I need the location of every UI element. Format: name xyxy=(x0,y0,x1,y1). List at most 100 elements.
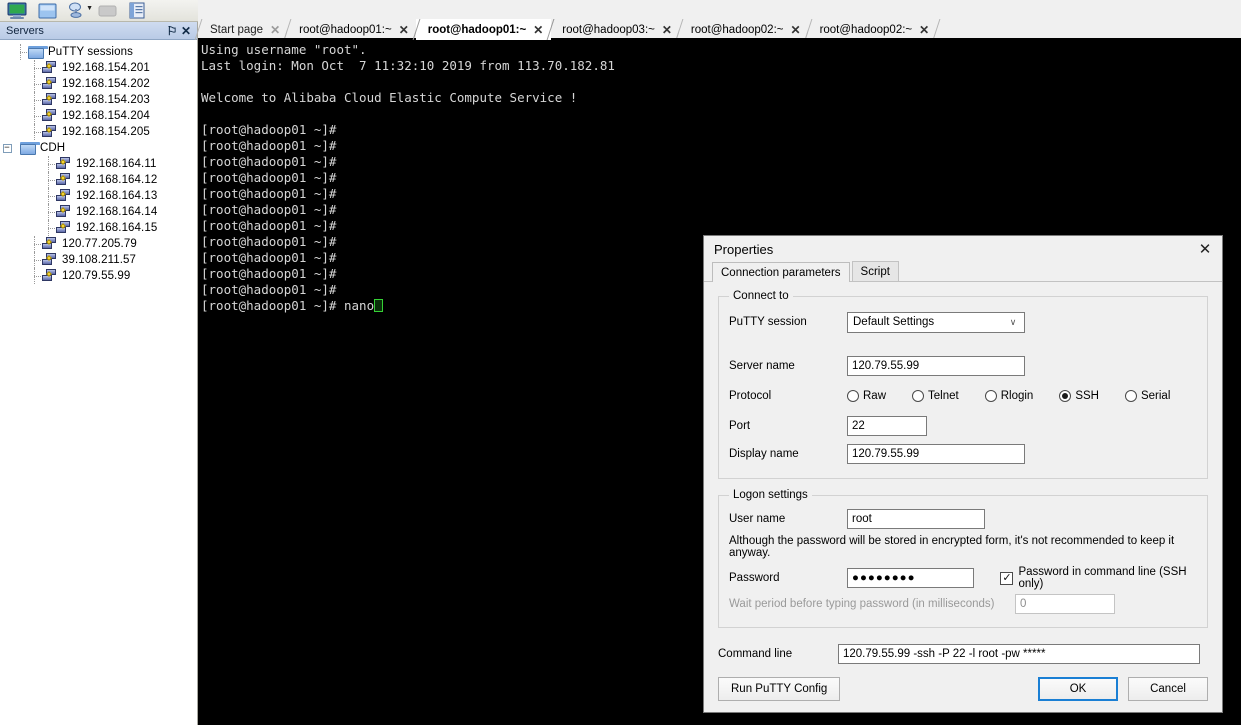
password-label: Password xyxy=(729,572,780,584)
run-putty-config-button[interactable]: Run PuTTY Config xyxy=(718,677,841,701)
wait-period-input[interactable]: 0 xyxy=(1015,594,1115,614)
server-icon xyxy=(42,61,58,75)
server-name-input[interactable]: 120.79.55.99 xyxy=(847,356,1025,376)
session-icon[interactable] xyxy=(2,1,32,21)
putty-session-select[interactable]: Default Settings ∨ xyxy=(847,311,1025,333)
protocol-radio-serial[interactable]: Serial xyxy=(1124,390,1171,402)
tree-item-39-108-211-57[interactable]: 39.108.211.57 xyxy=(0,252,197,268)
tree-twig xyxy=(28,236,42,252)
ok-button[interactable]: OK xyxy=(1038,677,1118,701)
tab-script-label: Script xyxy=(860,265,890,278)
tree-item-192-168-154-202[interactable]: 192.168.154.202 xyxy=(0,76,197,92)
user-name-row: User name root xyxy=(729,507,1197,531)
notepad-icon[interactable] xyxy=(122,1,152,21)
tree-item-label: 192.168.164.11 xyxy=(76,158,157,170)
logon-settings-legend: Logon settings xyxy=(733,489,808,501)
protocol-radio-raw[interactable]: Raw xyxy=(847,390,886,402)
tree-twig xyxy=(28,92,42,108)
protocol-radio-group[interactable]: Raw Telnet Rlogin SSH Serial xyxy=(847,390,1196,402)
password-in-commandline-checkbox[interactable]: ✓ Password in command line (SSH only) xyxy=(1000,566,1197,590)
port-value: 22 xyxy=(852,420,865,432)
terminal-tab-2[interactable]: root@hadoop01:~ ✕ xyxy=(412,19,555,40)
connect-to-group: Connect to PuTTY session Default Setting… xyxy=(718,290,1208,479)
tree-item-label: 120.79.55.99 xyxy=(62,270,131,282)
password-value: ●●●●●●●● xyxy=(852,572,916,584)
tree-item-192-168-154-201[interactable]: 192.168.154.201 xyxy=(0,60,197,76)
protocol-radio-label: SSH xyxy=(1075,390,1099,402)
dialog-close-icon[interactable]: ✕ xyxy=(1194,239,1216,259)
server-icon xyxy=(42,77,58,91)
user-name-value: root xyxy=(852,513,872,525)
protocol-radio-label: Rlogin xyxy=(1000,390,1034,402)
server-icon xyxy=(42,253,58,267)
display-name-value: 120.79.55.99 xyxy=(852,448,920,460)
terminal-tab-5[interactable]: root@hadoop02:~ ✕ xyxy=(804,19,941,40)
protocol-radio-ssh[interactable]: SSH xyxy=(1059,390,1099,402)
tree-item-192-168-164-13[interactable]: 192.168.164.13 xyxy=(0,188,197,204)
tree-item-PuTTY sessions[interactable]: PuTTY sessions xyxy=(0,44,197,60)
tree-item-120-77-205-79[interactable]: 120.77.205.79 xyxy=(0,236,197,252)
run-putty-config-label: Run PuTTY Config xyxy=(731,683,828,695)
tree-twig xyxy=(42,156,56,172)
password-in-commandline-label: Password in command line (SSH only) xyxy=(1018,566,1187,590)
terminal-tab-4[interactable]: root@hadoop02:~ ✕ xyxy=(675,19,812,40)
tree-item-192-168-164-14[interactable]: 192.168.164.14 xyxy=(0,204,197,220)
terminal-line: Welcome to Alibaba Cloud Elastic Compute… xyxy=(201,90,578,105)
port-input[interactable]: 22 xyxy=(847,416,927,436)
tree-twig xyxy=(14,44,28,60)
tree-item-label: 39.108.211.57 xyxy=(62,254,136,266)
tree-item-192-168-164-11[interactable]: 192.168.164.11 xyxy=(0,156,197,172)
putty-session-label: PuTTY session xyxy=(729,316,807,328)
tree-item-192-168-164-12[interactable]: 192.168.164.12 xyxy=(0,172,197,188)
terminal-tab-3[interactable]: root@hadoop03:~ ✕ xyxy=(546,19,684,40)
server-tree[interactable]: PuTTY sessions 192.168.154.201 192.168.154… xyxy=(0,40,197,724)
tab-strip: Start page ✕ root@hadoop01:~ ✕ root@hadoop01… xyxy=(194,18,1241,40)
tab-connection-parameters[interactable]: Connection parameters xyxy=(712,262,850,282)
protocol-label: Protocol xyxy=(729,390,772,402)
radio-indicator xyxy=(1124,390,1137,402)
tree-item-label: 120.77.205.79 xyxy=(62,238,137,250)
close-icon[interactable]: ✕ xyxy=(179,24,193,38)
protocol-radio-label: Serial xyxy=(1140,390,1171,402)
tree-item-192-168-154-203[interactable]: 192.168.154.203 xyxy=(0,92,197,108)
display-name-input[interactable]: 120.79.55.99 xyxy=(847,444,1025,464)
tree-twig xyxy=(28,124,42,140)
server-icon xyxy=(56,205,72,219)
terminal-line: [root@hadoop01 ~]# xyxy=(201,186,337,201)
tree-item-120-79-55-99[interactable]: 120.79.55.99 xyxy=(0,268,197,284)
radio-indicator xyxy=(984,390,997,402)
terminal-tab-label: root@hadoop01:~ xyxy=(427,23,527,36)
tree-expander[interactable]: − xyxy=(0,140,14,156)
password-input[interactable]: ●●●●●●●● xyxy=(847,568,975,588)
command-line-input[interactable]: 120.79.55.99 -ssh -P 22 -l root -pw ****… xyxy=(838,644,1200,664)
app-window: ▼ Servers ⚐ ✕ PuTTY sessions 192.168.154.… xyxy=(0,0,1241,725)
tab-script[interactable]: Script xyxy=(851,261,899,281)
tree-item-CDH[interactable]: − CDH xyxy=(0,140,197,156)
new-document-icon[interactable] xyxy=(32,1,62,21)
tree-twig xyxy=(28,76,42,92)
tree-item-192-168-154-205[interactable]: 192.168.154.205 xyxy=(0,124,197,140)
tree-item-192-168-154-204[interactable]: 192.168.154.204 xyxy=(0,108,197,124)
user-name-input[interactable]: root xyxy=(847,509,985,529)
wait-period-row: Wait period before typing password (in m… xyxy=(729,591,1197,617)
servers-panel: Servers ⚐ ✕ PuTTY sessions 192.168.154.20… xyxy=(0,22,198,725)
tree-item-label: 192.168.154.203 xyxy=(62,94,150,106)
chevron-down-icon[interactable]: ∨ xyxy=(1004,317,1022,328)
ok-button-label: OK xyxy=(1069,683,1087,695)
server-icon xyxy=(42,93,58,107)
display-name-label: Display name xyxy=(729,448,799,460)
terminal-tab-1[interactable]: root@hadoop01:~ ✕ xyxy=(283,19,421,40)
terminal-cursor xyxy=(374,299,384,312)
tree-item-192-168-164-15[interactable]: 192.168.164.15 xyxy=(0,220,197,236)
satellite-icon[interactable]: ▼ xyxy=(62,1,93,21)
server-name-row: Server name 120.79.55.99 xyxy=(729,352,1197,380)
pin-icon[interactable]: ⚐ xyxy=(165,24,179,38)
terminal-prompt-text: [root@hadoop01 ~]# nano xyxy=(201,298,375,313)
protocol-radio-rlogin[interactable]: Rlogin xyxy=(984,390,1034,402)
protocol-radio-telnet[interactable]: Telnet xyxy=(912,390,959,402)
terminal-tab-0[interactable]: Start page ✕ xyxy=(194,19,292,40)
tree-twig xyxy=(28,60,42,76)
cancel-button[interactable]: Cancel xyxy=(1128,677,1208,701)
connect-to-legend: Connect to xyxy=(733,290,789,302)
tree-twig xyxy=(28,268,42,284)
